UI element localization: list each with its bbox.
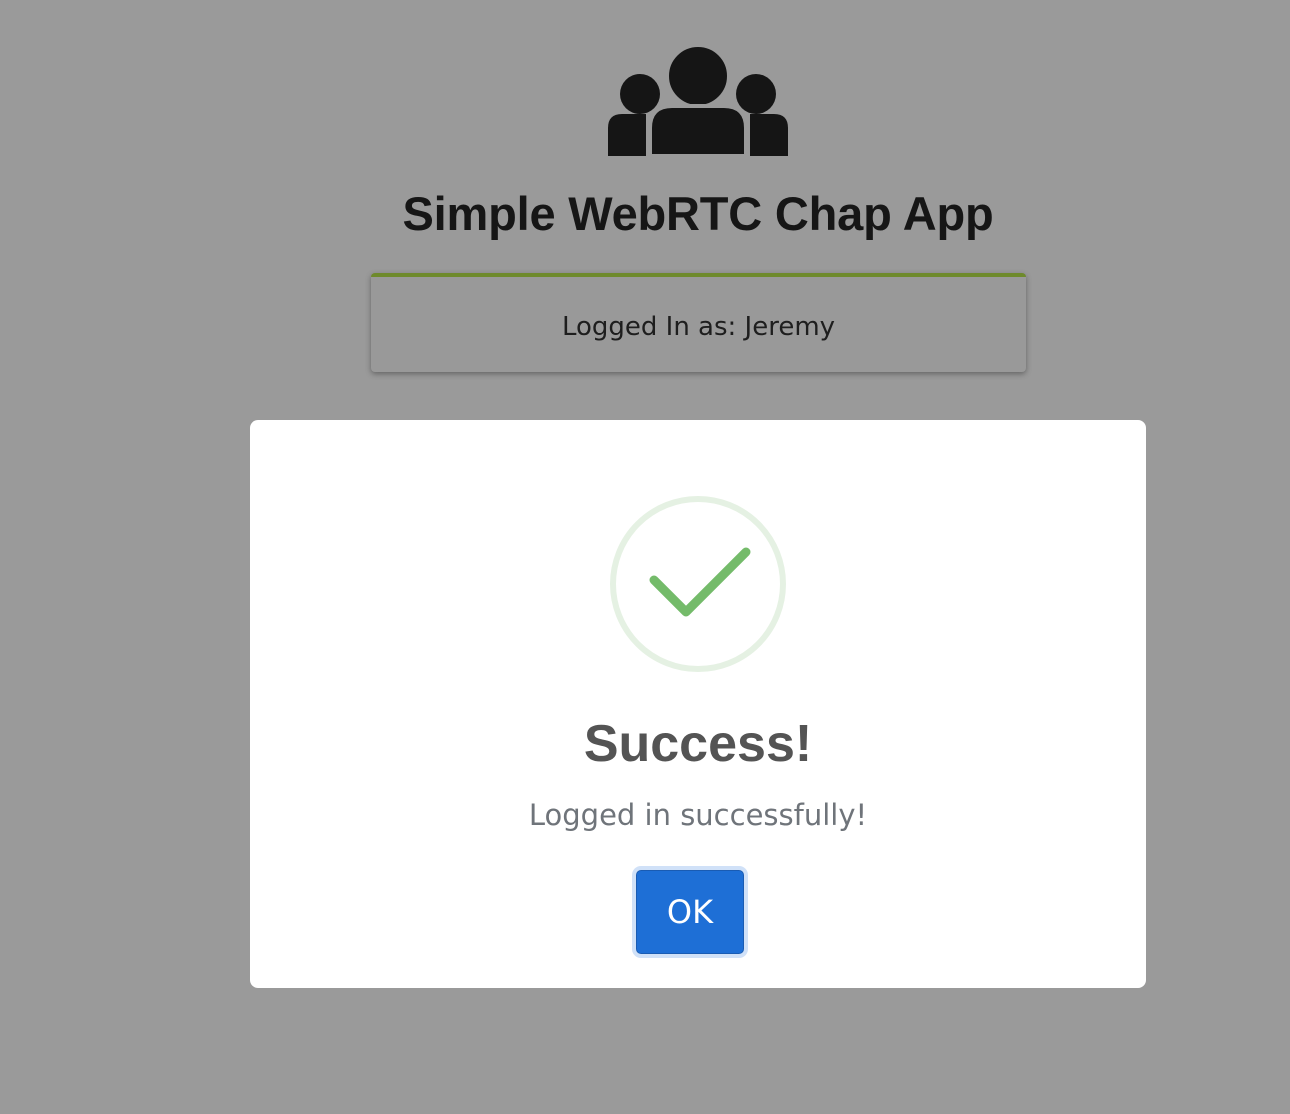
ok-button[interactable]: OK — [636, 870, 744, 954]
page: Simple WebRTC Chap App Logged In as: Jer… — [0, 0, 1290, 1114]
login-status-text: Logged In as: Jeremy — [561, 311, 836, 342]
dialog-title: Success! — [583, 715, 813, 773]
app-title: Simple WebRTC Chap App — [402, 187, 994, 240]
login-status-card: Logged In as: Jeremy — [371, 273, 1026, 372]
success-check-icon — [610, 496, 786, 672]
dialog-message: Logged in successfully! — [528, 798, 868, 832]
success-dialog: Success! Logged in successfully! OK — [250, 420, 1146, 988]
users-group-icon — [608, 44, 788, 156]
